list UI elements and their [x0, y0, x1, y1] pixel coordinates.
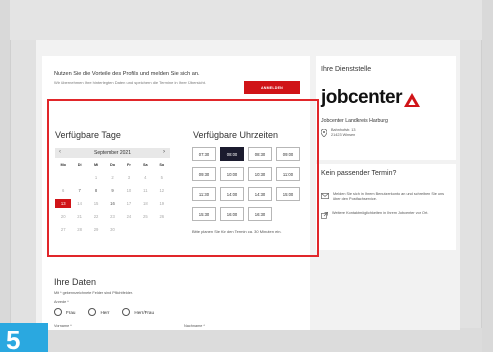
mail-icon [321, 193, 329, 199]
logo-triangle-icon [404, 93, 421, 107]
radio-frau[interactable]: Frau [54, 308, 75, 316]
browser-top-bar [10, 0, 482, 40]
salutation-label: Anrede * [54, 300, 69, 304]
no-appointment-heading: Kein passender Termin? [321, 170, 397, 177]
last-name-label: Nachname * [184, 324, 205, 328]
mailbox-hint-text[interactable]: Melden Sie sich in Ihrem Benutzerkonto a… [333, 192, 451, 203]
radio-label: Herr [100, 309, 110, 315]
login-button[interactable]: ANMELDEN [244, 81, 300, 94]
office-name: Jobcenter Landkreis Harburg [321, 118, 388, 124]
radio-circle[interactable] [88, 308, 97, 316]
booking-page: Nutzen Sie die Vorteile des Profils und … [36, 40, 460, 330]
radio-label: Herr/Frau [134, 309, 155, 315]
salutation-options: Frau Herr Herr/Frau [54, 308, 154, 316]
required-fields-note: Mit * gekennzeichnete Felder sind Pflich… [54, 291, 133, 295]
logo-text: jobcenter [321, 87, 403, 108]
office-heading: Ihre Dienststelle [321, 66, 372, 73]
radio-label: Frau [66, 309, 76, 315]
browser-bottom-bar [10, 328, 482, 352]
first-name-label: Vorname * [54, 324, 72, 328]
no-suitable-appointment-card: Kein passender Termin? Melden Sie sich i… [316, 164, 456, 250]
radio-circle[interactable] [122, 308, 131, 316]
radio-herr[interactable]: Herr [88, 308, 109, 316]
external-link-icon [321, 212, 328, 219]
radio-herr-frau[interactable]: Herr/Frau [122, 308, 154, 316]
mailbox-hint: Melden Sie sich in Ihrem Benutzerkonto a… [321, 192, 451, 203]
step-badge: 5 [0, 323, 48, 352]
location-pin-icon [321, 129, 327, 137]
jobcenter-logo: jobcenter [321, 87, 421, 109]
your-data-title: Ihre Daten [54, 277, 97, 287]
contact-hint-text[interactable]: Weitere Kontaktmöglichkeiten in Ihrem Jo… [332, 211, 428, 219]
contact-hint: Weitere Kontaktmöglichkeiten in Ihrem Jo… [321, 211, 451, 219]
highlight-frame [47, 99, 319, 257]
office-card: Ihre Dienststelle jobcenter Jobcenter La… [316, 56, 456, 160]
office-city: 21423 Winsen [331, 133, 356, 138]
login-prompt: Nutzen Sie die Vorteile des Profils und … [54, 71, 224, 86]
office-address: Bahnhofstr. 13 21423 Winsen [321, 128, 356, 138]
login-heading: Nutzen Sie die Vorteile des Profils und … [54, 71, 200, 77]
login-subtext: Wir übernehmen Ihre hinterlegten Daten u… [54, 80, 207, 86]
radio-circle[interactable] [54, 308, 62, 316]
step-number: 5 [6, 325, 21, 352]
